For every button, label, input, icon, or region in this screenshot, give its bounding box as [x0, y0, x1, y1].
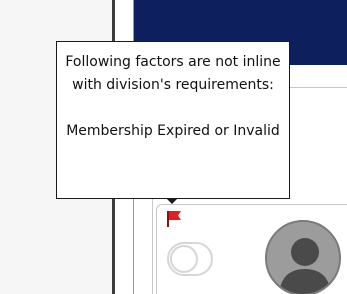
- toggle-knob: [170, 245, 198, 273]
- tooltip-heading: Following factors are not inline with di…: [65, 54, 281, 93]
- avatar[interactable]: [265, 220, 341, 294]
- member-toggle[interactable]: [167, 242, 213, 276]
- tooltip-factor: Membership Expired or Invalid: [66, 123, 280, 139]
- app-canvas: Following factors are not inline with di…: [0, 0, 347, 294]
- tooltip-spacer: [65, 97, 281, 120]
- flag-icon[interactable]: [165, 210, 183, 228]
- tooltip-arrow: [166, 198, 178, 204]
- member-card[interactable]: [156, 204, 347, 294]
- validation-tooltip: Following factors are not inline with di…: [56, 41, 290, 199]
- user-silhouette-icon: [279, 238, 331, 294]
